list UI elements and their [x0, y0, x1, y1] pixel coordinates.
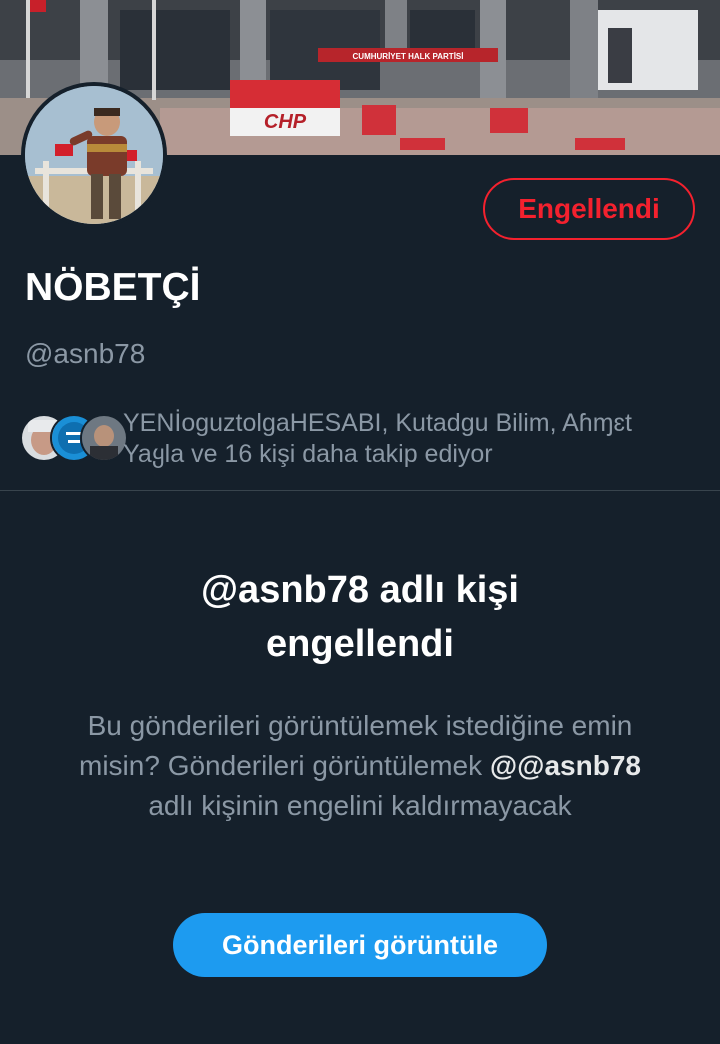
- blocked-description: Bu gönderileri görüntülemek istediğine e…: [70, 706, 650, 826]
- followed-by-text: YENİoguztolgaHESABI, Kutadgu Bilim, Aɦɱɛ…: [123, 408, 703, 470]
- avatar-image: [25, 86, 163, 224]
- display-name: NÖBETÇİ: [25, 266, 201, 309]
- blocked-desc-part2: adlı kişinin engelini kaldırmayacak: [148, 790, 572, 821]
- section-divider: [0, 490, 720, 491]
- blocked-title-line2: engellendi: [266, 623, 454, 665]
- follower-avatar-3: [80, 414, 128, 462]
- followed-by-line2: Yaყla ve 16 kişi daha takip ediyor: [123, 440, 493, 468]
- view-posts-button[interactable]: Gönderileri görüntüle: [173, 913, 547, 977]
- blocked-title: @asnb78 adlı kişi engellendi: [60, 563, 660, 671]
- profile-handle: @asnb78: [25, 338, 146, 369]
- blocked-title-line1: @asnb78 adlı kişi: [201, 569, 519, 611]
- blocked-desc-handle: @@asnb78: [489, 750, 641, 781]
- profile-avatar[interactable]: [21, 82, 167, 228]
- building-sign-text: CUMHURİYET HALK PARTİSİ: [353, 52, 464, 61]
- followed-by-row[interactable]: YENİoguztolgaHESABI, Kutadgu Bilim, Aɦɱɛ…: [20, 408, 710, 474]
- blocked-button[interactable]: Engellendi: [483, 178, 695, 240]
- followed-by-line1: YENİoguztolgaHESABI, Kutadgu Bilim, Aɦɱɛ…: [123, 409, 632, 437]
- banner-sign-text: CHP: [264, 111, 307, 133]
